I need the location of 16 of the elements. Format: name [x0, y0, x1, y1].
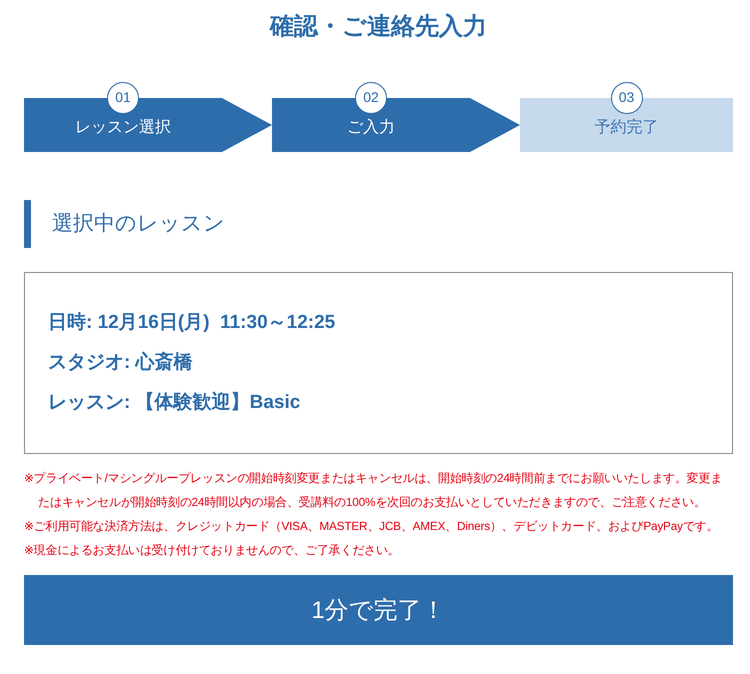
step-label: レッスン選択: [74, 118, 172, 138]
step-label: ご入力: [346, 118, 396, 138]
step-number: 02: [355, 82, 387, 114]
lesson-detail: 日時: 12月16日(月) 11:30～12:25: [48, 311, 336, 335]
notice-text: ※プライベート/マシングループレッスンの開始時刻変更またはキャンセルは、開始時刻の24時間前までにお願いいたします。変更またはキャンセルが開始時刻の24時間以内の場合、受講料の100%を次回のお支払いとしていただきますので、ご注意ください。: [24, 470, 724, 511]
lesson-detail: スタジオ: 心斎橋: [48, 350, 194, 375]
step-number: 01: [107, 82, 139, 114]
submit-button[interactable]: 1分で完了！: [24, 575, 733, 645]
section-heading: 選択中のレッスン: [52, 211, 225, 237]
step-label: 予約完了: [594, 118, 660, 138]
page-title: 確認・ご連絡先入力: [268, 12, 488, 42]
lesson-detail: レッスン: 【体験歓迎】Basic: [48, 390, 302, 415]
heading-accent-bar: [24, 200, 31, 248]
notice-text: ※ご利用可能な決済方法は、クレジットカード（VISA、MASTER、JCB、AMEX、Diners）、デビットカード、およびPayPayです。: [24, 518, 720, 535]
notice-text: ※現金によるお支払いは受け付けておりませんので、ご了承ください。: [24, 542, 400, 559]
step-number: 03: [610, 82, 642, 114]
